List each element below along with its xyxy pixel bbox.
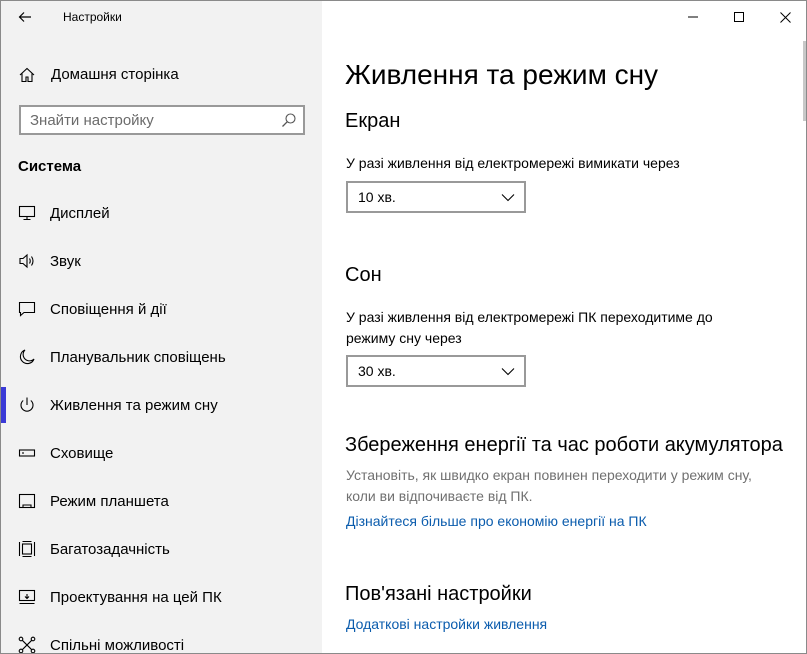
- sidebar-item-label: Режим планшета: [50, 493, 169, 510]
- search-input[interactable]: [21, 107, 271, 133]
- screen-off-dropdown[interactable]: 10 хв.: [346, 181, 526, 213]
- sidebar-item-label: Звук: [50, 253, 81, 270]
- sleep-heading: Сон: [345, 264, 382, 286]
- page-title: Живлення та режим сну: [345, 59, 659, 90]
- monitor-icon: [18, 205, 36, 221]
- battery-description-line2: коли ви відпочиваєте від ПК.: [346, 488, 533, 504]
- moon-icon: [19, 349, 35, 365]
- chevron-down-icon: [501, 194, 515, 202]
- settings-window: Настройки Домашня сторінка Система Дисп: [0, 0, 807, 654]
- sidebar-item-label: Спільні можливості: [50, 637, 185, 654]
- back-button[interactable]: [9, 3, 41, 31]
- sidebar-item-notifications[interactable]: Сповіщення й дії: [1, 285, 322, 333]
- sidebar-item-sound[interactable]: Звук: [1, 237, 322, 285]
- storage-icon: [18, 449, 36, 457]
- learn-more-link[interactable]: Дізнайтеся більше про економію енергії н…: [346, 513, 647, 529]
- close-icon: [779, 11, 791, 23]
- sidebar: Настройки Домашня сторінка Система Дисп: [1, 1, 322, 654]
- speaker-icon: [19, 253, 34, 269]
- home-icon: [19, 67, 35, 83]
- maximize-icon: [734, 12, 744, 22]
- battery-description-line1: Установіть, як швидко екран повинен пере…: [346, 467, 752, 483]
- search-box[interactable]: [19, 105, 305, 135]
- main-content: Живлення та режим сну Екран У разі живле…: [322, 1, 806, 653]
- sidebar-item-label: Сповіщення й дії: [50, 301, 167, 318]
- sidebar-item-label: Дисплей: [50, 205, 110, 222]
- sidebar-item-label: Сховище: [50, 445, 114, 462]
- sidebar-item-label: Проектування на цей ПК: [50, 589, 222, 606]
- sidebar-item-projecting[interactable]: Проектування на цей ПК: [1, 573, 322, 621]
- screen-off-value: 10 хв.: [358, 189, 396, 205]
- tablet-icon: [18, 493, 36, 509]
- sidebar-item-tablet-mode[interactable]: Режим планшета: [1, 477, 322, 525]
- sidebar-item-power-sleep[interactable]: Живлення та режим сну: [1, 381, 322, 429]
- sidebar-nav: Дисплей Звук Сповіщення й дії Планувальн…: [1, 189, 322, 654]
- screen-description: У разі живлення від електромережі вимика…: [346, 155, 680, 171]
- sleep-description-line1: У разі живлення від електромережі ПК пер…: [346, 309, 713, 325]
- sidebar-item-shared-experiences[interactable]: Спільні можливості: [1, 621, 322, 654]
- multitasking-icon: [18, 540, 36, 558]
- sidebar-item-label: Живлення та режим сну: [50, 397, 218, 414]
- additional-power-settings-link[interactable]: Додаткові настройки живлення: [346, 616, 547, 632]
- screen-heading: Екран: [345, 110, 401, 132]
- sleep-description-line2: режиму сну через: [346, 330, 462, 346]
- minimize-button[interactable]: [670, 1, 716, 33]
- search-icon[interactable]: [281, 112, 297, 128]
- sidebar-item-display[interactable]: Дисплей: [1, 189, 322, 237]
- sleep-dropdown[interactable]: 30 хв.: [346, 355, 526, 387]
- chevron-down-icon: [501, 368, 515, 376]
- sidebar-item-storage[interactable]: Сховище: [1, 429, 322, 477]
- scrollbar[interactable]: [803, 41, 806, 121]
- shared-experiences-icon: [18, 636, 36, 653]
- sidebar-item-label: Планувальник сповіщень: [50, 349, 226, 366]
- sleep-value: 30 хв.: [358, 363, 396, 379]
- maximize-button[interactable]: [716, 1, 762, 33]
- sidebar-item-focus-assist[interactable]: Планувальник сповіщень: [1, 333, 322, 381]
- battery-heading: Збереження енергії та час роботи акумуля…: [345, 434, 783, 456]
- title-bar: Настройки: [1, 1, 322, 33]
- sidebar-item-label: Багатозадачність: [50, 541, 170, 558]
- notification-icon: [18, 301, 36, 317]
- home-label: Домашня сторінка: [51, 66, 179, 83]
- minimize-icon: [688, 16, 698, 18]
- section-label: Система: [18, 158, 82, 175]
- back-arrow-icon: [18, 12, 31, 22]
- related-settings-heading: Пов'язані настройки: [345, 583, 532, 605]
- projecting-icon: [18, 589, 36, 605]
- sidebar-item-multitasking[interactable]: Багатозадачність: [1, 525, 322, 573]
- power-icon: [20, 397, 34, 412]
- home-link[interactable]: Домашня сторінка: [1, 57, 322, 91]
- app-title: Настройки: [63, 10, 122, 24]
- close-button[interactable]: [762, 1, 806, 33]
